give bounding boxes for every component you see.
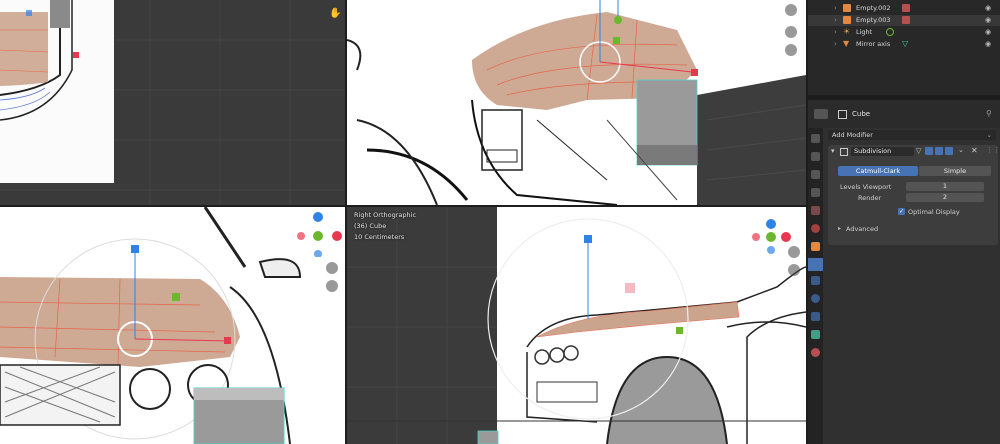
outliner-row[interactable]: › ☀ Light ◉ bbox=[808, 27, 1000, 38]
hand-icon[interactable] bbox=[326, 280, 338, 292]
object-icon bbox=[838, 110, 847, 119]
pan-button[interactable] bbox=[785, 44, 797, 56]
viewport-divider-vertical[interactable] bbox=[345, 0, 347, 444]
render-icon[interactable] bbox=[811, 152, 820, 161]
viewport-info: Right Orthographic (36) Cube 10 Centimet… bbox=[354, 210, 416, 243]
edit-mode-toggle[interactable] bbox=[925, 147, 933, 155]
view-layer-icon[interactable] bbox=[811, 188, 820, 197]
axis-gizmo-top-right[interactable] bbox=[603, 0, 643, 30]
light-data-icon bbox=[886, 28, 894, 36]
viewport-top-right[interactable] bbox=[347, 0, 806, 205]
render-levels-label: Render bbox=[858, 194, 882, 202]
pin-icon[interactable]: ⚲ bbox=[986, 109, 992, 118]
chevron-down-icon[interactable]: ⌄ bbox=[958, 146, 964, 154]
physics-icon[interactable] bbox=[811, 294, 820, 303]
eye-icon[interactable]: ◉ bbox=[985, 4, 991, 12]
scene-icon[interactable] bbox=[811, 206, 820, 215]
grid-scale: 10 Centimeters bbox=[354, 233, 405, 241]
outliner-item-label: Mirror axis bbox=[856, 40, 891, 48]
levels-viewport-field[interactable]: 1 bbox=[906, 182, 984, 191]
advanced-arrow-icon[interactable]: ▸ bbox=[838, 225, 841, 232]
properties-editor: Cube ⚲ Add Modifier ⌄ ▾ Subdivision ▽ ⌄ … bbox=[808, 100, 1000, 444]
output-icon[interactable] bbox=[811, 170, 820, 179]
optimal-display-label: Optimal Display bbox=[908, 208, 960, 216]
expand-arrow-icon[interactable]: › bbox=[834, 16, 837, 24]
particles-icon[interactable] bbox=[811, 276, 820, 285]
subdivision-icon bbox=[840, 148, 848, 156]
viewport-bottom-right[interactable]: Right Orthographic (36) Cube 10 Centimet… bbox=[347, 207, 806, 444]
levels-viewport-label: Levels Viewport bbox=[840, 183, 892, 191]
viewport-toggle[interactable] bbox=[935, 147, 943, 155]
light-icon: ☀ bbox=[843, 27, 851, 36]
zoom-icon[interactable] bbox=[326, 262, 338, 274]
eye-icon[interactable]: ◉ bbox=[985, 40, 991, 48]
world-icon[interactable] bbox=[811, 224, 820, 233]
tool-icon[interactable] bbox=[811, 134, 820, 143]
chevron-down-icon: ⌄ bbox=[986, 131, 992, 139]
wrench-icon[interactable] bbox=[808, 258, 823, 271]
camera-icon[interactable] bbox=[945, 147, 953, 155]
active-object-info: (36) Cube bbox=[354, 222, 387, 230]
mesh-object-icon: ▼ bbox=[843, 39, 850, 48]
outliner-item-label: Empty.003 bbox=[856, 16, 891, 24]
expand-arrow-icon[interactable]: › bbox=[834, 28, 837, 36]
material-icon[interactable] bbox=[811, 348, 820, 357]
constraint-icon bbox=[902, 16, 910, 24]
empty-object-icon bbox=[843, 4, 851, 12]
properties-header: Cube ⚲ bbox=[808, 100, 1000, 128]
expand-arrow-icon[interactable]: › bbox=[834, 4, 837, 12]
tab-catmull-clark[interactable]: Catmull-Clark bbox=[838, 166, 918, 176]
axis-gizmo-bottom-left[interactable] bbox=[292, 207, 352, 257]
viewport-top-right-canvas bbox=[347, 0, 806, 205]
properties-tabs bbox=[808, 128, 823, 444]
eye-icon[interactable]: ◉ bbox=[985, 16, 991, 24]
modifier-name-field[interactable]: Subdivision bbox=[851, 147, 914, 156]
outliner-item-label: Light bbox=[856, 28, 873, 36]
constraints-icon[interactable] bbox=[811, 312, 820, 321]
add-modifier-dropdown[interactable]: Add Modifier ⌄ bbox=[828, 130, 996, 140]
expand-arrow-icon[interactable]: › bbox=[834, 40, 837, 48]
filter-icon[interactable]: ▽ bbox=[916, 147, 923, 155]
view-name: Right Orthographic bbox=[354, 211, 417, 219]
modifier-panel: ▾ Subdivision ▽ ⌄ ✕ ⋮⋮ Catmull-Clark Sim… bbox=[828, 145, 1000, 245]
editor-type-icon[interactable] bbox=[814, 109, 828, 119]
viewport-top-left[interactable]: ✋ bbox=[0, 0, 345, 205]
object-name: Cube bbox=[852, 110, 871, 118]
data-icon[interactable] bbox=[811, 330, 820, 339]
collapse-arrow-icon[interactable]: ▾ bbox=[831, 147, 835, 155]
outliner-row[interactable]: › Empty.003 ◉ bbox=[808, 15, 1000, 26]
viewport-top-left-canvas bbox=[0, 0, 345, 205]
object-icon[interactable] bbox=[811, 242, 820, 251]
tab-simple[interactable]: Simple bbox=[919, 166, 991, 176]
close-icon[interactable]: ✕ bbox=[971, 146, 978, 155]
outliner-row[interactable]: › Empty.002 ◉ bbox=[808, 3, 1000, 14]
eye-icon[interactable]: ◉ bbox=[985, 28, 991, 36]
view-gizmo-button[interactable] bbox=[785, 4, 797, 16]
empty-object-icon bbox=[843, 16, 851, 24]
outliner-item-label: Empty.002 bbox=[856, 4, 891, 12]
drag-handle-icon[interactable]: ⋮⋮ bbox=[986, 146, 1000, 154]
mesh-data-icon: ▽ bbox=[902, 39, 909, 48]
zoom-icon[interactable] bbox=[785, 26, 797, 38]
viewport-divider-horizontal[interactable] bbox=[0, 205, 806, 207]
outliner: › Empty.002 ◉ › Empty.003 ◉ › ☀ Light ◉ … bbox=[808, 0, 1000, 95]
hand-icon[interactable] bbox=[788, 264, 800, 276]
advanced-section[interactable]: Advanced bbox=[846, 225, 878, 233]
axis-gizmo-bottom-right[interactable] bbox=[748, 217, 808, 257]
optimal-display-checkbox[interactable]: ✓ bbox=[898, 208, 905, 215]
outliner-row[interactable]: › ▼ Mirror axis ▽ ◉ bbox=[808, 39, 1000, 50]
constraint-icon bbox=[902, 4, 910, 12]
render-levels-field[interactable]: 2 bbox=[906, 193, 984, 202]
hand-icon[interactable]: ✋ bbox=[329, 8, 341, 20]
add-modifier-label: Add Modifier bbox=[832, 131, 873, 139]
